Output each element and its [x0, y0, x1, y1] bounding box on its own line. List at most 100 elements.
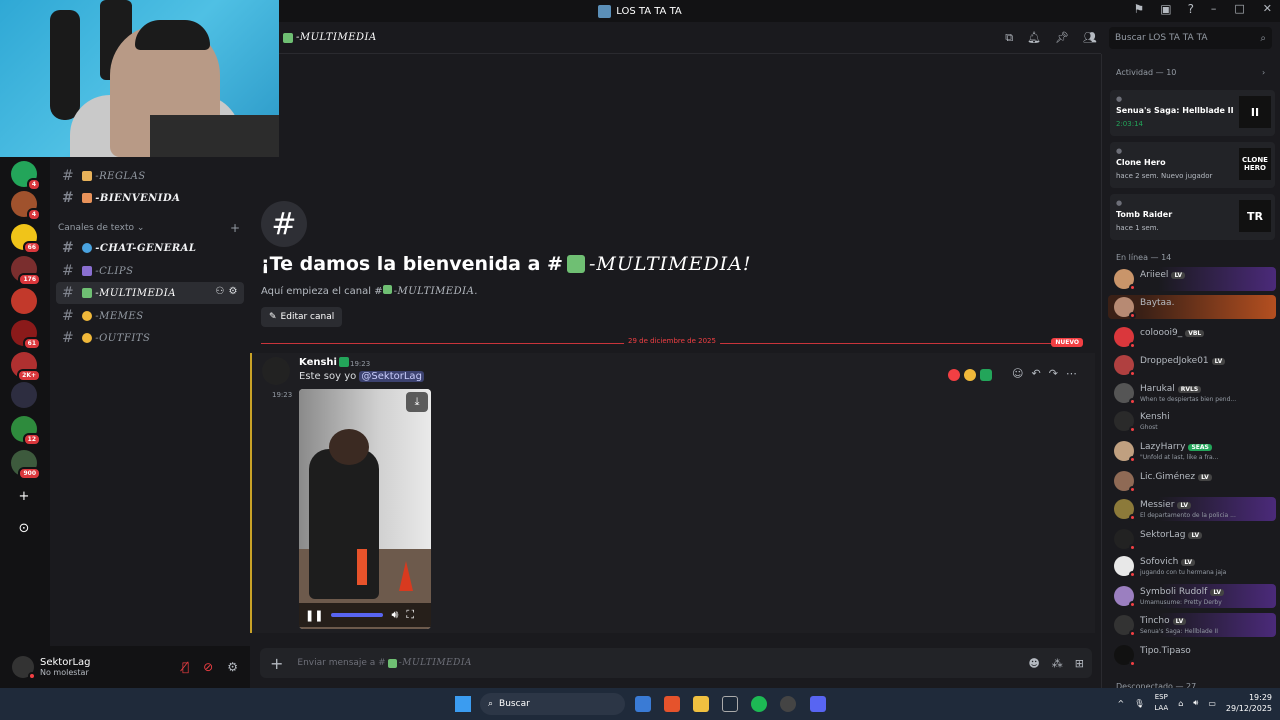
download-icon[interactable]: ⤓ — [406, 392, 428, 412]
member-row[interactable]: Ariieel LV — [1108, 267, 1276, 291]
apps-icon[interactable]: ⁂ — [1052, 657, 1063, 670]
member-row[interactable]: Harukal RVLS When te despiertas bien pend.… — [1108, 381, 1276, 405]
hash-icon: # — [62, 285, 75, 301]
chevron-right-icon[interactable]: › — [1262, 68, 1265, 77]
laugh-reaction-icon[interactable] — [964, 369, 976, 381]
spotify-app-icon[interactable] — [751, 696, 767, 712]
message-composer[interactable]: + Enviar mensaje a # -MULTIMEDIA ☻ ⁂ ⊞ — [260, 648, 1092, 678]
member-row[interactable]: Baytaa. — [1108, 295, 1276, 319]
search-icon: ⌕ — [1260, 32, 1266, 44]
pause-icon[interactable]: ❚❚ — [305, 609, 323, 622]
chevron-up-icon[interactable]: ^ — [1118, 699, 1125, 708]
member-tag: LV — [1211, 358, 1226, 365]
language-indicator[interactable]: ESP LAA — [1154, 692, 1168, 714]
volume-icon[interactable]: 🔊︎ — [391, 608, 398, 622]
category-text-channels[interactable]: Canales de texto ⌄ — [58, 223, 144, 233]
pin-icon[interactable]: 📌︎ — [1055, 31, 1069, 45]
add-channel-icon[interactable]: + — [230, 221, 240, 235]
search-input[interactable]: Buscar LOS TA TA TA ⌕ — [1109, 27, 1272, 49]
edit-channel-button[interactable]: ✎ Editar canal — [261, 307, 343, 327]
app-icon[interactable] — [780, 696, 796, 712]
threads-icon[interactable]: ⧉ — [1005, 31, 1013, 45]
steam-app-icon[interactable] — [722, 696, 738, 712]
fullscreen-icon[interactable]: ⛶ — [406, 608, 414, 622]
member-row[interactable]: Sofovich LV jugando con tu hermana jaja — [1108, 554, 1276, 578]
server-icon-7[interactable]: 2K+ — [11, 352, 41, 382]
channel-clips[interactable]: # -CLIPS — [56, 260, 244, 282]
member-row[interactable]: SektorLag LV — [1108, 527, 1276, 551]
film-emoji-icon — [82, 266, 93, 276]
channel-bienvenida[interactable]: # -BIENVENIDA — [56, 187, 244, 209]
user-mention[interactable]: @SektorLag — [359, 371, 424, 382]
explorer-app-icon[interactable] — [635, 696, 651, 712]
folder-app-icon[interactable] — [693, 696, 709, 712]
volume-slider[interactable] — [331, 613, 384, 617]
maximize-button[interactable]: □ — [1234, 2, 1244, 15]
picture-emoji-icon — [566, 255, 585, 273]
brave-app-icon[interactable] — [664, 696, 680, 712]
inbox-icon[interactable]: ⚑ — [1134, 2, 1145, 16]
mic-icon[interactable]: 🎙︎ — [1134, 699, 1144, 708]
attach-icon[interactable]: + — [270, 654, 283, 673]
message-author[interactable]: Kenshi — [299, 357, 349, 368]
bell-icon[interactable]: 🔔︎ — [1027, 31, 1041, 45]
search-placeholder: Buscar LOS TA TA TA — [1115, 33, 1208, 43]
reply-icon[interactable]: ↶ — [1031, 367, 1040, 380]
member-row[interactable]: Kenshi Ghost — [1108, 409, 1276, 433]
channel-chat-general[interactable]: # -CHAT-GENERAL — [56, 237, 244, 259]
activity-card[interactable]: ● Senua's Saga: Hellblade II 2:03:14 II — [1110, 90, 1275, 136]
check-reaction-icon[interactable] — [980, 369, 992, 381]
network-icon[interactable]: ⌂ — [1178, 699, 1183, 708]
add-reaction-icon[interactable]: ☺ — [1012, 367, 1023, 380]
server-icon-10[interactable]: 900 — [11, 450, 41, 480]
windows-start-icon[interactable] — [455, 696, 471, 712]
member-name: Tipo.Tipaso — [1140, 646, 1191, 656]
server-icon-5[interactable] — [11, 288, 37, 314]
member-row[interactable]: DroppedJoke01 LV — [1108, 353, 1276, 377]
forward-icon[interactable]: ↷ — [1049, 367, 1058, 380]
volume-icon[interactable]: 🔊︎ — [1193, 698, 1198, 708]
activity-card[interactable]: ● Tomb Raider hace 1 sem. TR — [1110, 194, 1275, 240]
member-row[interactable]: Tincho LV Senua's Saga: Hellblade II — [1108, 613, 1276, 637]
video-attachment[interactable]: ⤓ — [299, 389, 431, 629]
server-icon-2[interactable]: 4 — [11, 191, 41, 221]
server-icon-8[interactable] — [11, 382, 37, 408]
channel-outfits[interactable]: # -OUTFITS — [56, 327, 244, 349]
channel-memes[interactable]: # -MEMES — [56, 305, 244, 327]
discord-app-icon[interactable] — [810, 696, 826, 712]
server-icon-9[interactable]: 12 — [11, 416, 41, 446]
channel-multimedia[interactable]: # -MULTIMEDIA ⚇ ⚙ — [56, 282, 244, 304]
deafen-icon[interactable]: ⊘ — [203, 660, 213, 674]
member-row[interactable]: Tipo.Tipaso — [1108, 643, 1276, 667]
member-row[interactable]: Symboli Rudolf LV Umamusume: Pretty Derby — [1108, 584, 1276, 608]
avatar[interactable] — [12, 656, 36, 680]
server-icon-4[interactable]: 176 — [11, 256, 41, 286]
help-icon[interactable]: ? — [1188, 2, 1194, 16]
member-row[interactable]: coloooi9_ VBL — [1108, 325, 1276, 349]
channel-reglas[interactable]: # -REGLAS — [56, 165, 244, 187]
heart-reaction-icon[interactable] — [948, 369, 960, 381]
screen-share-icon[interactable]: ▣ — [1160, 2, 1171, 16]
server-icon-3[interactable]: 66 — [11, 224, 41, 254]
members-icon[interactable]: 👥︎ — [1083, 31, 1097, 45]
server-icon-1[interactable]: 4 — [11, 161, 41, 191]
member-row[interactable]: Lic.Giménez LV — [1108, 469, 1276, 493]
emoji-icon[interactable]: ☻ — [1028, 657, 1039, 670]
user-settings-icon[interactable]: ⚙ — [227, 660, 238, 674]
close-button[interactable]: ✕ — [1263, 2, 1272, 15]
server-icon-6[interactable]: 61 — [11, 320, 41, 350]
more-icon[interactable]: ⋯ — [1066, 367, 1077, 380]
add-server-icon[interactable]: + — [13, 485, 35, 507]
battery-icon[interactable]: ▭ — [1208, 699, 1216, 708]
gift-icon[interactable]: ⊞ — [1075, 657, 1084, 670]
member-row[interactable]: LazyHarry SEAS "Unfold at last, like a fra… — [1108, 439, 1276, 463]
activity-card[interactable]: ● Clone Hero hace 2 sem. Nuevo jugador C… — [1110, 142, 1275, 188]
discover-icon[interactable]: ⊙ — [13, 517, 35, 539]
minimize-button[interactable]: – — [1211, 2, 1217, 15]
avatar[interactable] — [262, 357, 290, 385]
taskbar-search[interactable]: ⌕ Buscar — [480, 693, 625, 715]
member-row[interactable]: Messier LV El departamento de la policia .… — [1108, 497, 1276, 521]
clock[interactable]: 19:29 29/12/2025 — [1226, 692, 1272, 714]
mic-muted-icon[interactable]: 🎙̸ — [182, 660, 189, 674]
invite-and-settings-icons[interactable]: ⚇ ⚙ — [215, 286, 238, 297]
